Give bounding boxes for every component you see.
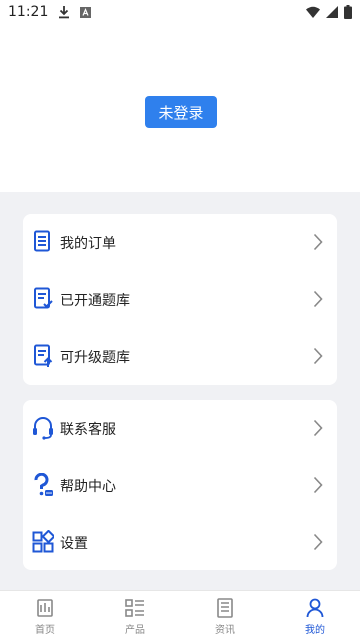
order-icon	[34, 230, 50, 252]
menu-item-label: 设置	[60, 535, 88, 552]
tab-news[interactable]: 资讯	[180, 591, 270, 641]
settings-grid-icon	[32, 530, 54, 553]
login-button[interactable]: 未登录	[145, 96, 217, 128]
status-time: 11:21	[8, 4, 49, 20]
menu-card-support: 联系客服 帮助中心 设置	[23, 400, 337, 570]
menu-item-label: 已开通题库	[60, 292, 130, 309]
menu-item-settings[interactable]: 设置	[23, 514, 337, 571]
menu-item-contact-support[interactable]: 联系客服	[23, 400, 337, 457]
tab-label: 我的	[305, 625, 325, 636]
news-icon	[217, 598, 233, 618]
question-bank-opened-icon	[34, 287, 53, 309]
help-icon	[34, 473, 53, 496]
home-icon	[37, 599, 53, 617]
signal-icon	[326, 6, 338, 18]
battery-icon	[344, 5, 352, 19]
menu-item-my-orders[interactable]: 我的订单	[23, 214, 337, 271]
menu-item-label: 联系客服	[60, 421, 116, 438]
tab-label: 资讯	[215, 625, 235, 636]
chevron-right-icon	[313, 533, 323, 551]
tab-profile[interactable]: 我的	[270, 591, 360, 641]
products-icon	[125, 599, 144, 617]
menu-item-upgradable-question-banks[interactable]: 可升级题库	[23, 328, 337, 385]
chevron-right-icon	[313, 290, 323, 308]
bottom-tab-bar: 首页 产品 资讯 我的	[0, 590, 360, 641]
tab-label: 产品	[125, 625, 145, 636]
headset-icon	[33, 417, 53, 440]
status-bar: 11:21	[0, 0, 360, 24]
profile-icon	[306, 598, 324, 618]
menu-item-label: 我的订单	[60, 235, 116, 252]
tab-label: 首页	[35, 625, 55, 636]
download-icon	[58, 5, 70, 19]
menu-content: 我的订单 已开通题库 可升级题库 联系客服 帮助中心 设置	[0, 192, 360, 590]
menu-item-label: 帮助中心	[60, 478, 116, 495]
menu-card-account: 我的订单 已开通题库 可升级题库	[23, 214, 337, 385]
tab-home[interactable]: 首页	[0, 591, 90, 641]
wifi-icon	[306, 6, 320, 18]
chevron-right-icon	[313, 476, 323, 494]
menu-item-label: 可升级题库	[60, 349, 130, 366]
app-notification-icon	[80, 6, 92, 18]
chevron-right-icon	[313, 347, 323, 365]
chevron-right-icon	[313, 419, 323, 437]
menu-item-opened-question-banks[interactable]: 已开通题库	[23, 271, 337, 328]
profile-header: 未登录	[0, 24, 360, 192]
tab-products[interactable]: 产品	[90, 591, 180, 641]
menu-item-help-center[interactable]: 帮助中心	[23, 457, 337, 514]
chevron-right-icon	[313, 233, 323, 251]
question-bank-upgrade-icon	[34, 344, 53, 367]
